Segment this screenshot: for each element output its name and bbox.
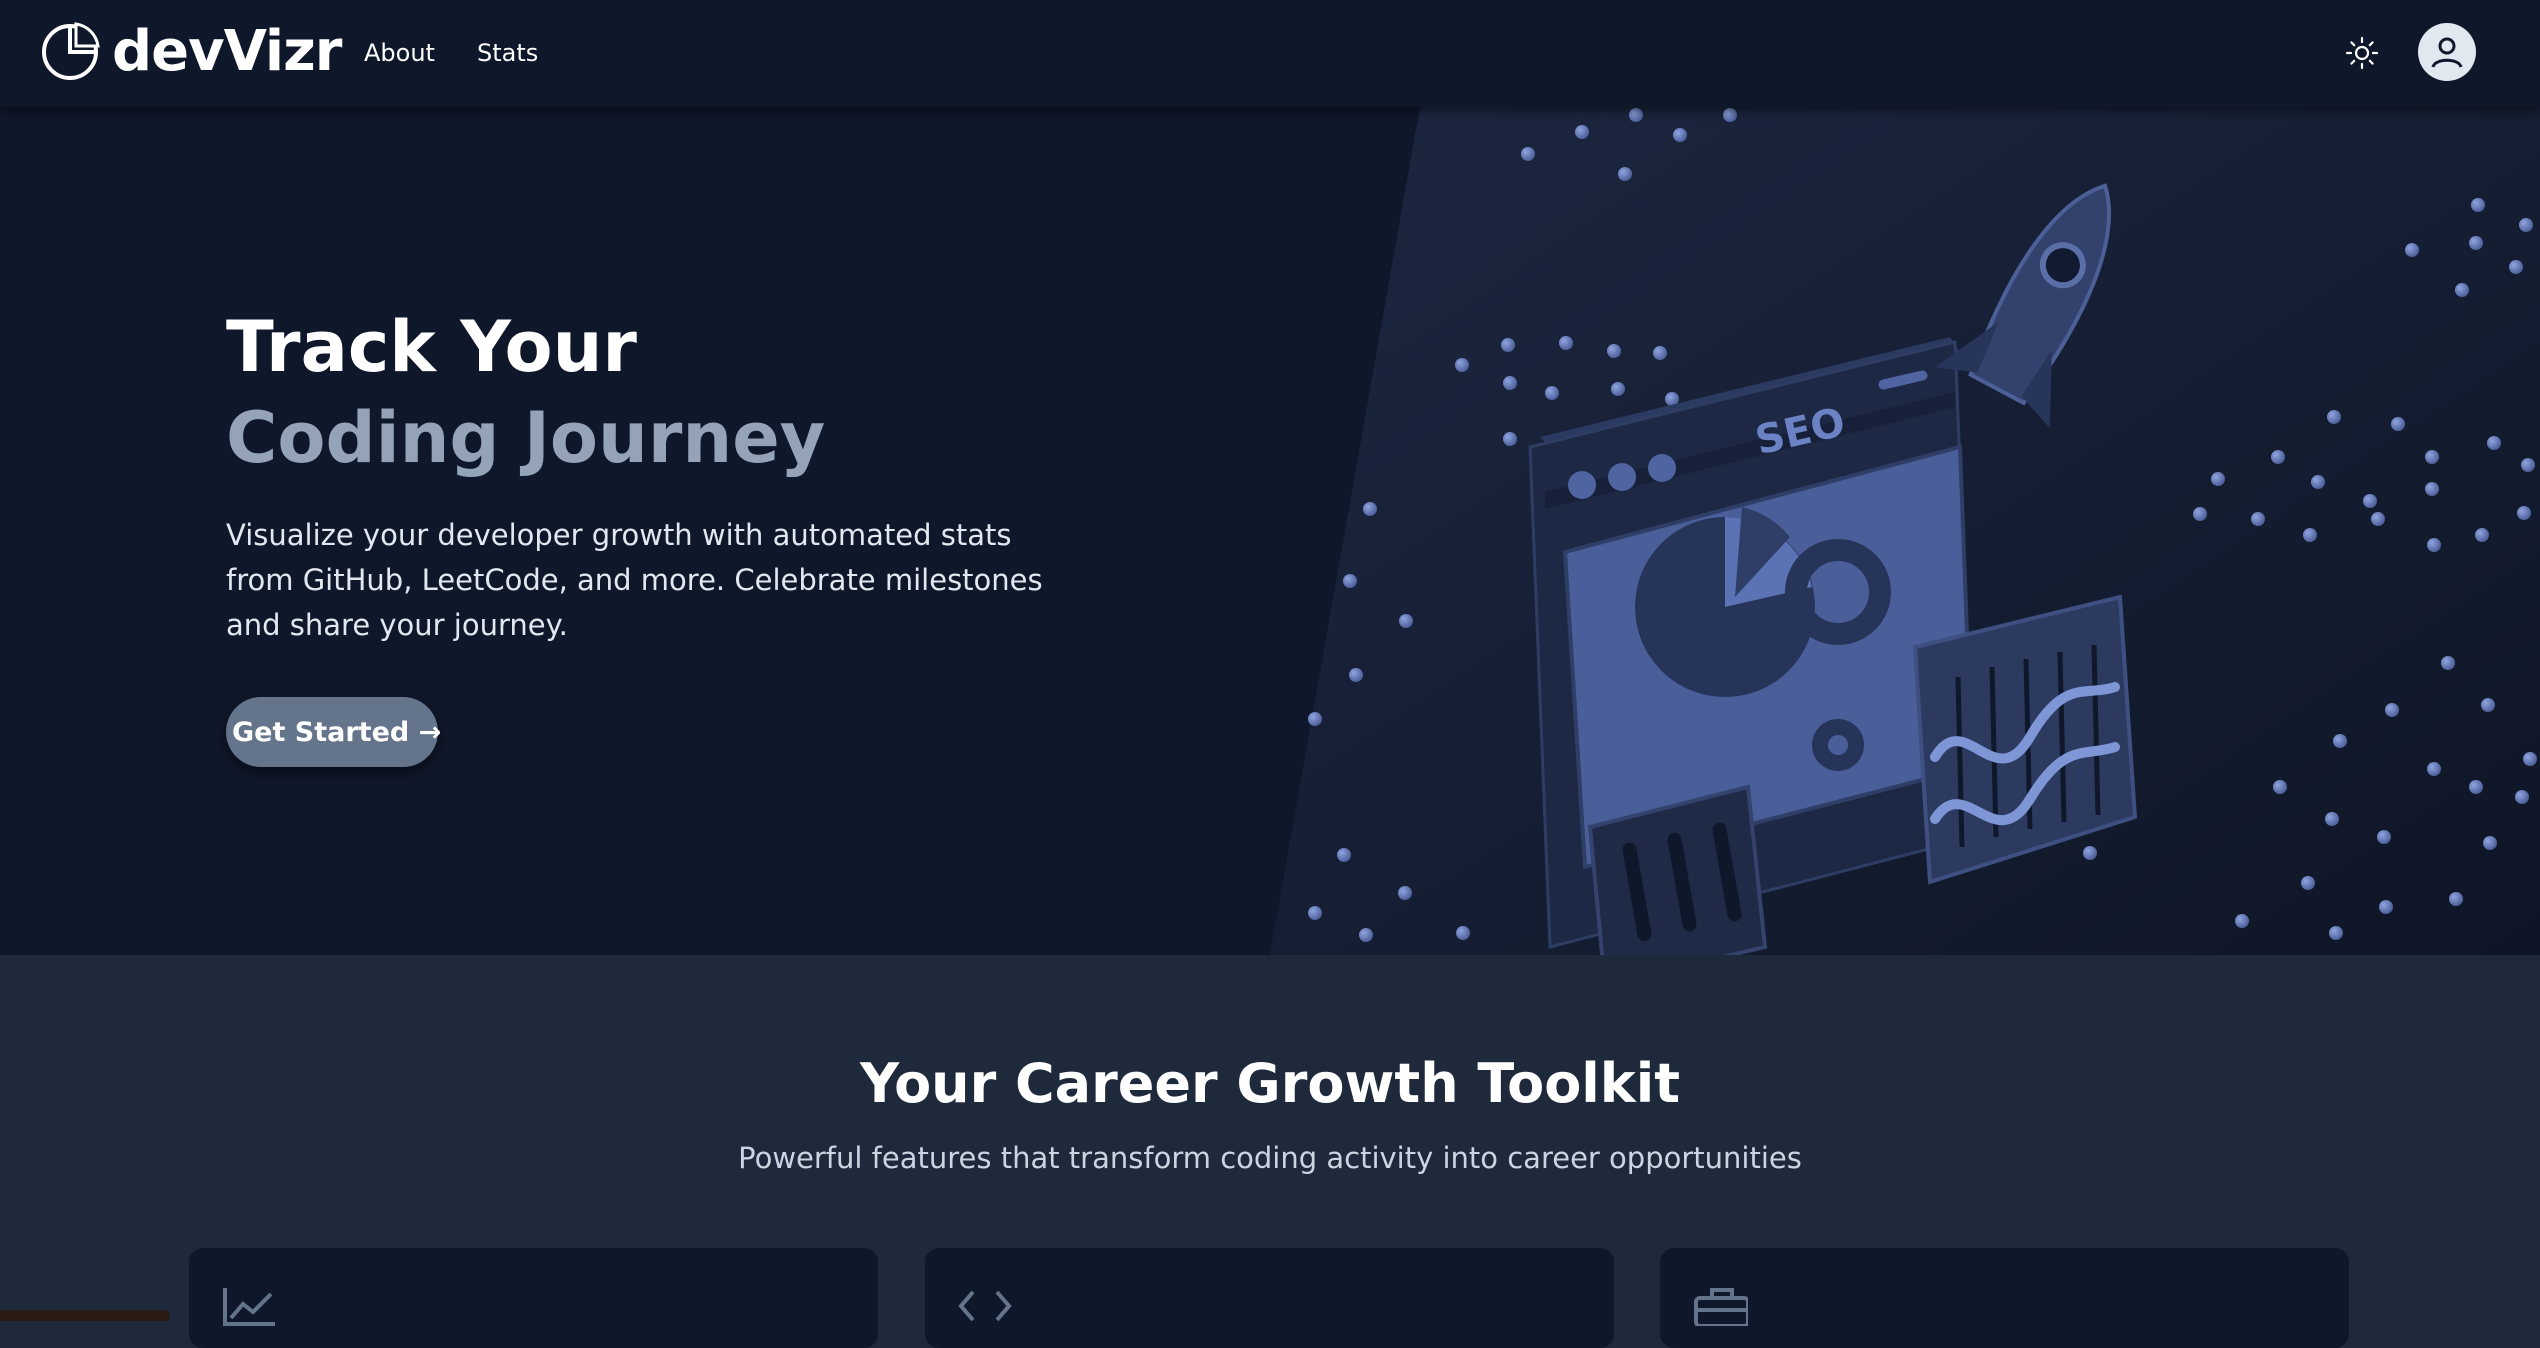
decor-dot xyxy=(2519,218,2533,232)
decor-dot xyxy=(2483,836,2497,850)
get-started-button[interactable]: Get Started → xyxy=(226,697,441,767)
feature-card-growth[interactable] xyxy=(189,1248,878,1348)
decor-dot xyxy=(2455,283,2469,297)
hero-title-line2: Coding Journey xyxy=(226,397,826,479)
decor-dot xyxy=(2325,812,2339,826)
decor-dot xyxy=(2371,512,2385,526)
nav-link-about[interactable]: About xyxy=(364,36,435,70)
theme-toggle-button[interactable] xyxy=(2344,35,2380,71)
decor-dot xyxy=(2301,876,2315,890)
decor-dot xyxy=(2235,914,2249,928)
app-logo[interactable]: devVizr xyxy=(40,19,342,84)
decor-dot xyxy=(2487,436,2501,450)
decor-dot xyxy=(2427,538,2441,552)
pie-chart-icon xyxy=(42,22,100,80)
feature-card-coding[interactable] xyxy=(925,1248,1614,1348)
hero-title-line1: Track Your xyxy=(226,306,637,388)
decor-dot xyxy=(1503,376,1517,390)
hero-description: Visualize your developer growth with aut… xyxy=(226,518,1043,642)
decor-dot xyxy=(2481,698,2495,712)
decor-dot xyxy=(2523,752,2537,766)
features-title: Your Career Growth Toolkit xyxy=(859,1052,1681,1115)
feature-card-career[interactable] xyxy=(1660,1248,2349,1348)
decor-dot xyxy=(2327,410,2341,424)
decor-dot xyxy=(2273,780,2287,794)
decor-dot xyxy=(1456,926,1470,940)
decor-dot xyxy=(2517,506,2531,520)
decor-dot xyxy=(2083,846,2097,860)
decor-dot xyxy=(2521,458,2535,472)
decor-dot xyxy=(1398,886,1412,900)
decor-dot xyxy=(2427,762,2441,776)
decor-dot xyxy=(2251,512,2265,526)
corner-tab xyxy=(0,1310,170,1321)
decor-dot xyxy=(1455,358,1469,372)
decor-dot xyxy=(2363,494,2377,508)
decor-dot xyxy=(2391,417,2405,431)
decor-dot xyxy=(1521,147,1535,161)
decor-dot xyxy=(1308,712,1322,726)
trending-chart-icon xyxy=(223,1288,275,1326)
decor-dot xyxy=(2509,260,2523,274)
user-avatar-icon xyxy=(2431,37,2463,68)
decor-dot xyxy=(2193,507,2207,521)
decor-dot xyxy=(2469,236,2483,250)
decor-dot xyxy=(1575,125,1589,139)
decor-dot xyxy=(1363,502,1377,516)
decor-dot xyxy=(2441,656,2455,670)
decor-dot xyxy=(2385,703,2399,717)
decor-dot xyxy=(1501,338,1515,352)
decor-dot xyxy=(2425,450,2439,464)
decor-dot xyxy=(1723,108,1737,122)
decor-dot xyxy=(1349,668,1363,682)
decor-dot xyxy=(1343,574,1357,588)
nav-link-stats[interactable]: Stats xyxy=(477,36,538,70)
decor-dot xyxy=(1629,108,1643,122)
decor-dot xyxy=(2475,528,2489,542)
code-brackets-icon xyxy=(958,1290,1012,1322)
decor-dot xyxy=(1673,128,1687,142)
decor-dot xyxy=(2405,243,2419,257)
decor-dot xyxy=(2449,892,2463,906)
decor-dot xyxy=(1359,928,1373,942)
features-subtitle: Powerful features that transform coding … xyxy=(738,1141,1802,1175)
decor-dot xyxy=(2515,790,2529,804)
hero-section: SEO Track Your Coding Journey Visualize … xyxy=(0,107,2540,955)
decor-dot xyxy=(1611,382,1625,396)
hero-title: Track Your Coding Journey xyxy=(226,302,825,484)
decor-dot xyxy=(1308,906,1322,920)
decor-dot xyxy=(2303,528,2317,542)
decor-dot xyxy=(2379,900,2393,914)
decor-dot xyxy=(2469,780,2483,794)
decor-dot xyxy=(1545,386,1559,400)
decor-dot xyxy=(1618,167,1632,181)
decor-dot xyxy=(2425,482,2439,496)
sun-icon xyxy=(2345,36,2379,70)
decor-dot xyxy=(1653,346,1667,360)
decor-dot xyxy=(2311,475,2325,489)
decor-dot xyxy=(1607,344,1621,358)
decor-dot xyxy=(2271,450,2285,464)
decor-dot xyxy=(1559,336,1573,350)
navbar: devVizr About Stats xyxy=(0,0,2540,107)
briefcase-icon xyxy=(1694,1288,1748,1326)
decor-dot xyxy=(2329,926,2343,940)
decor-dot xyxy=(1337,848,1351,862)
decor-dot xyxy=(2377,830,2391,844)
decor-dot xyxy=(1503,432,1517,446)
app-name: devVizr xyxy=(112,19,342,84)
decor-dot xyxy=(2211,472,2225,486)
decor-dot xyxy=(1399,614,1413,628)
decor-dot xyxy=(2333,734,2347,748)
user-menu-button[interactable] xyxy=(2418,23,2476,81)
decor-dot xyxy=(2471,198,2485,212)
